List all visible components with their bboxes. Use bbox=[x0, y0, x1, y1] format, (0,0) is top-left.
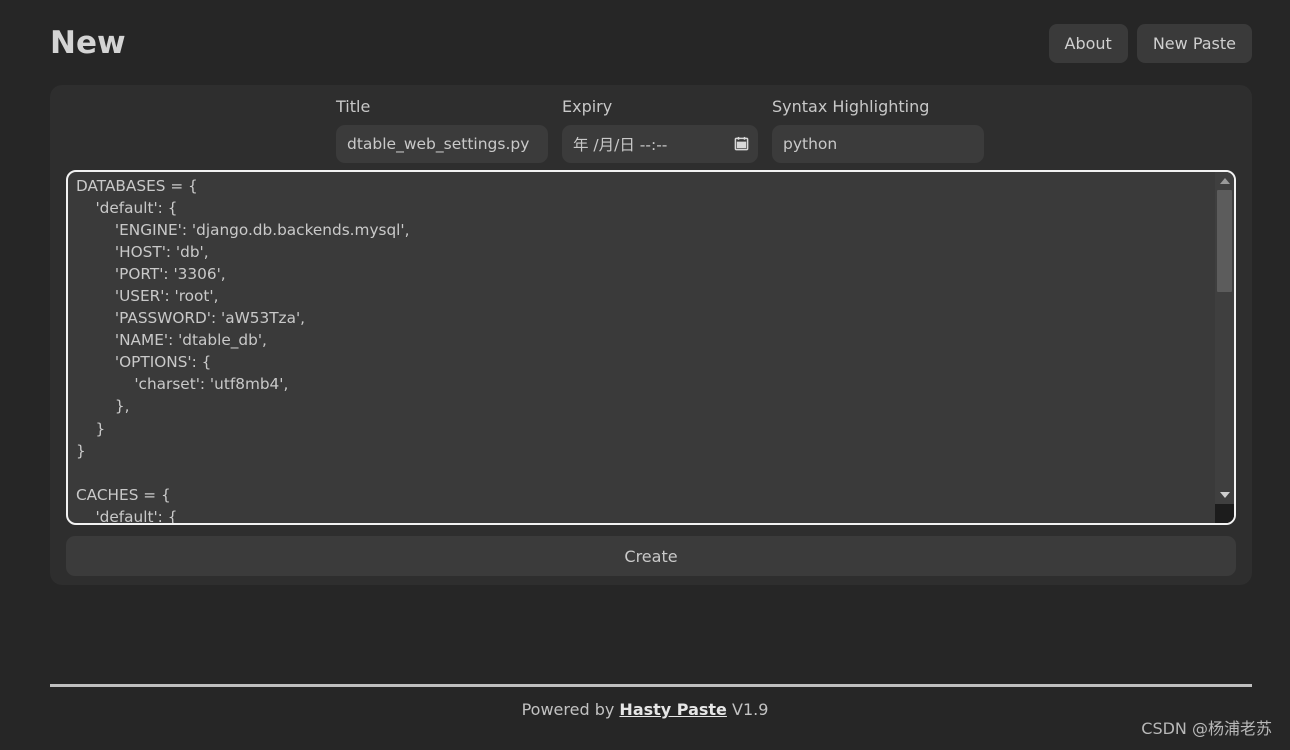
paste-form-card: Title Expiry 年 /月/日 --:-- Syntax Highlig… bbox=[50, 85, 1252, 585]
paste-meta-fields: Title Expiry 年 /月/日 --:-- Syntax Highlig… bbox=[336, 98, 984, 163]
page-header: New About New Paste bbox=[50, 14, 1252, 72]
footer-version: V1.9 bbox=[726, 700, 769, 719]
footer-divider bbox=[50, 684, 1252, 687]
expiry-label: Expiry bbox=[562, 97, 613, 116]
scroll-down-arrow-icon[interactable] bbox=[1215, 487, 1234, 502]
watermark: CSDN @杨浦老苏 bbox=[1141, 719, 1272, 738]
scroll-up-arrow-icon[interactable] bbox=[1215, 173, 1234, 188]
expiry-input[interactable]: 年 /月/日 --:-- bbox=[562, 124, 758, 163]
expiry-value: 年 /月/日 --:-- bbox=[573, 135, 668, 154]
syntax-highlighting-input[interactable] bbox=[772, 124, 984, 163]
paste-content-editor[interactable]: DATABASES = { 'default': { 'ENGINE': 'dj… bbox=[66, 170, 1236, 525]
page-title: New bbox=[50, 24, 126, 61]
hasty-paste-link[interactable]: Hasty Paste bbox=[619, 700, 726, 719]
editor-scrollbar[interactable] bbox=[1215, 172, 1234, 523]
paste-content-text: DATABASES = { 'default': { 'ENGINE': 'dj… bbox=[76, 177, 410, 525]
title-input[interactable] bbox=[336, 124, 548, 163]
about-button[interactable]: About bbox=[1048, 23, 1128, 63]
editor-resize-handle[interactable] bbox=[1215, 504, 1234, 523]
app-root: New About New Paste Title Expiry 年 /月/日 … bbox=[0, 0, 1290, 750]
title-field-group: Title bbox=[336, 98, 548, 163]
syntax-highlighting-label: Syntax Highlighting bbox=[772, 97, 930, 116]
footer-prefix: Powered by bbox=[521, 700, 620, 719]
scrollbar-thumb[interactable] bbox=[1217, 190, 1232, 292]
footer: Powered by Hasty Paste V1.9 bbox=[0, 700, 1290, 719]
calendar-icon[interactable] bbox=[734, 136, 749, 151]
syntax-field-group: Syntax Highlighting bbox=[772, 98, 984, 163]
new-paste-button[interactable]: New Paste bbox=[1136, 23, 1252, 63]
header-nav: About New Paste bbox=[1048, 23, 1252, 63]
expiry-field-group: Expiry 年 /月/日 --:-- bbox=[562, 98, 758, 163]
create-button[interactable]: Create bbox=[66, 536, 1236, 576]
title-label: Title bbox=[336, 97, 371, 116]
